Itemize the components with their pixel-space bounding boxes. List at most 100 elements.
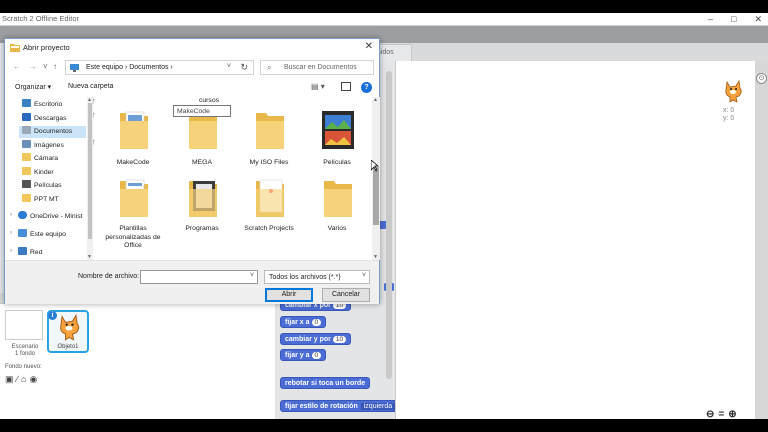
block-set-x[interactable]: fijar x a0 (280, 316, 327, 328)
navigation-scrollbar[interactable]: ▲ ▼ (87, 97, 93, 260)
open-button[interactable]: Abrir (265, 288, 313, 302)
file-item-mega[interactable]: MEGA (172, 109, 232, 173)
filename-input[interactable]: ˅ (140, 270, 258, 284)
sidebar-item-onedrive[interactable]: OneDrive - Minist (18, 211, 83, 223)
zoom-reset-icon[interactable]: = (718, 409, 724, 419)
chevron-down-icon[interactable]: ˅ (227, 63, 231, 70)
folder-icon (324, 181, 352, 217)
expand-chevron-icon[interactable]: › (10, 230, 12, 236)
folder-icon (256, 179, 284, 217)
expand-chevron-icon[interactable]: › (10, 248, 12, 254)
circle-icon[interactable]: ⊙ (756, 73, 767, 84)
address-bar[interactable]: Este equipo › Documentos › ˅ ↻ (65, 60, 254, 75)
sidebar-item-escritorio[interactable]: Escritorio † (22, 99, 95, 111)
zoom-in-icon[interactable]: ⊕ (728, 409, 736, 419)
coord-x: x: 0 (723, 107, 735, 114)
backdrop-library-icon[interactable]: ▣ (5, 374, 14, 385)
sidebar-item-kinder[interactable]: Kinder (22, 167, 54, 179)
computer-icon (18, 229, 27, 237)
video-folder-icon (322, 111, 354, 149)
search-input[interactable]: ⌕ Buscar en Documentos (260, 60, 374, 75)
folder-open-icon (10, 44, 20, 52)
cancel-button[interactable]: Cancelar (322, 288, 370, 302)
camera-icon[interactable]: ◉ (29, 374, 37, 385)
organize-button[interactable]: Organizar ▾ (15, 83, 51, 91)
close-window-button[interactable]: ✕ (754, 13, 762, 26)
scroll-up-icon[interactable]: ▲ (373, 97, 378, 103)
new-folder-button[interactable]: Nueva carpeta (68, 83, 114, 90)
sidebar-item-peliculas[interactable]: Películas (22, 180, 62, 192)
sprite-preview-icon (725, 79, 742, 103)
block-bounce[interactable]: rebotar si toca un borde (280, 377, 371, 389)
search-placeholder: Buscar en Documentos (284, 64, 357, 71)
sidebar-item-red[interactable]: Red (18, 247, 42, 259)
back-arrow-icon[interactable]: ← (13, 62, 21, 71)
dialog-titlebar: Abrir proyecto ✕ (5, 39, 379, 56)
minimize-button[interactable]: – (708, 13, 713, 26)
sidebar-item-este-equipo[interactable]: Este equipo (18, 229, 66, 241)
sidebar-item-ppt-mt[interactable]: PPT MT (22, 194, 59, 206)
sidebar-item-documentos[interactable]: Documentos† (19, 126, 92, 138)
file-item-makecode[interactable]: MakeCode (103, 109, 163, 173)
help-icon[interactable]: ? (361, 82, 372, 93)
preview-pane-icon[interactable] (341, 82, 351, 91)
scrollbar-thumb[interactable] (373, 167, 379, 225)
dialog-title: Abrir proyecto (23, 43, 70, 52)
documents-icon (22, 126, 31, 134)
maximize-button[interactable]: □ (731, 13, 736, 26)
expand-chevron-icon[interactable]: › (10, 212, 12, 218)
up-arrow-icon[interactable]: ↑ (53, 62, 57, 71)
stage-label: Escenario 1 fondo (5, 344, 45, 358)
folder-icon (22, 153, 31, 161)
videos-icon (22, 180, 31, 188)
sprite-thumbnail[interactable]: i Objeto1 (47, 310, 89, 353)
pictures-icon (22, 140, 31, 148)
forward-arrow-icon[interactable]: → (29, 62, 37, 71)
sidebar-item-imagenes[interactable]: Imágenes † (22, 140, 95, 152)
stage-thumbnail[interactable] (5, 310, 43, 340)
sprite-pane: Escenario 1 fondo Fondo nuevo: ▣ ∕ ⌂ ◉ i… (0, 303, 275, 419)
sidebar-item-camara[interactable]: Cámara (22, 153, 58, 165)
desktop-icon (22, 99, 31, 107)
block-set-y[interactable]: fijar y a0 (280, 349, 327, 361)
file-item-my-iso-files[interactable]: My ISO Files (239, 109, 299, 173)
files-scrollbar[interactable]: ▲ ▼ (372, 97, 380, 260)
filename-label: Nombre de archivo: (78, 273, 140, 280)
paint-brush-icon[interactable]: ∕ (17, 374, 19, 385)
zoom-out-icon[interactable]: ⊖ (706, 409, 714, 419)
scrollbar-thumb[interactable] (88, 103, 92, 239)
coord-y: y: 0 (723, 115, 735, 122)
chevron-down-icon[interactable]: ˅ (250, 272, 254, 279)
file-item-scratch-projects[interactable]: Scratch Projects (239, 177, 299, 241)
file-item-peliculas[interactable]: Películas (307, 109, 367, 173)
recent-locations-icon[interactable]: ˅ (43, 62, 48, 71)
filetype-value: Todos los archivos (*.*) (269, 274, 341, 281)
tooltip: MakeCode (173, 105, 231, 117)
palette-scrollbar[interactable] (386, 71, 392, 379)
file-item-programas[interactable]: Programas (172, 177, 232, 241)
command-bar: Organizar ▾ Nueva carpeta ▤ ▾ ? (5, 80, 379, 97)
script-area[interactable] (395, 61, 755, 419)
file-item-varios[interactable]: Varios (307, 177, 367, 241)
zoom-controls: ⊖ = ⊕ (706, 409, 737, 419)
refresh-icon[interactable]: ↻ (240, 62, 248, 73)
view-options-icon[interactable]: ▤ ▾ (311, 82, 325, 91)
block-rotation-style[interactable]: fijar estilo de rotación izquierda (280, 400, 401, 412)
right-edge-bar: ⊙ (755, 61, 768, 419)
block-change-y[interactable]: cambiar y por 10 (280, 333, 352, 345)
folder-icon (22, 194, 31, 202)
mouse-cursor-icon (371, 160, 379, 172)
onedrive-icon (18, 211, 27, 219)
filetype-select[interactable]: Todos los archivos (*.*) ˅ (264, 270, 370, 284)
stage-label-count: 1 fondo (14, 351, 36, 357)
file-item-plantillas[interactable]: Plantillas personalizadas de Office (103, 177, 163, 257)
scratch-app-window: Scratch 2 Offline Editor – □ ✕ onidos ca… (0, 13, 768, 419)
folder-icon (189, 181, 217, 217)
close-icon[interactable]: ✕ (365, 41, 373, 52)
screen: Scratch 2 Offline Editor – □ ✕ onidos ca… (0, 0, 768, 432)
stage-label-title: Escenario (11, 344, 39, 350)
navigation-bar: ← → ˅ ↑ Este equipo › Documentos › ˅ ↻ ⌕… (5, 56, 379, 78)
upload-icon[interactable]: ⌂ (21, 374, 26, 385)
sprite-name: Objeto1 (57, 344, 79, 350)
sidebar-item-descargas[interactable]: Descargas † (22, 113, 95, 125)
